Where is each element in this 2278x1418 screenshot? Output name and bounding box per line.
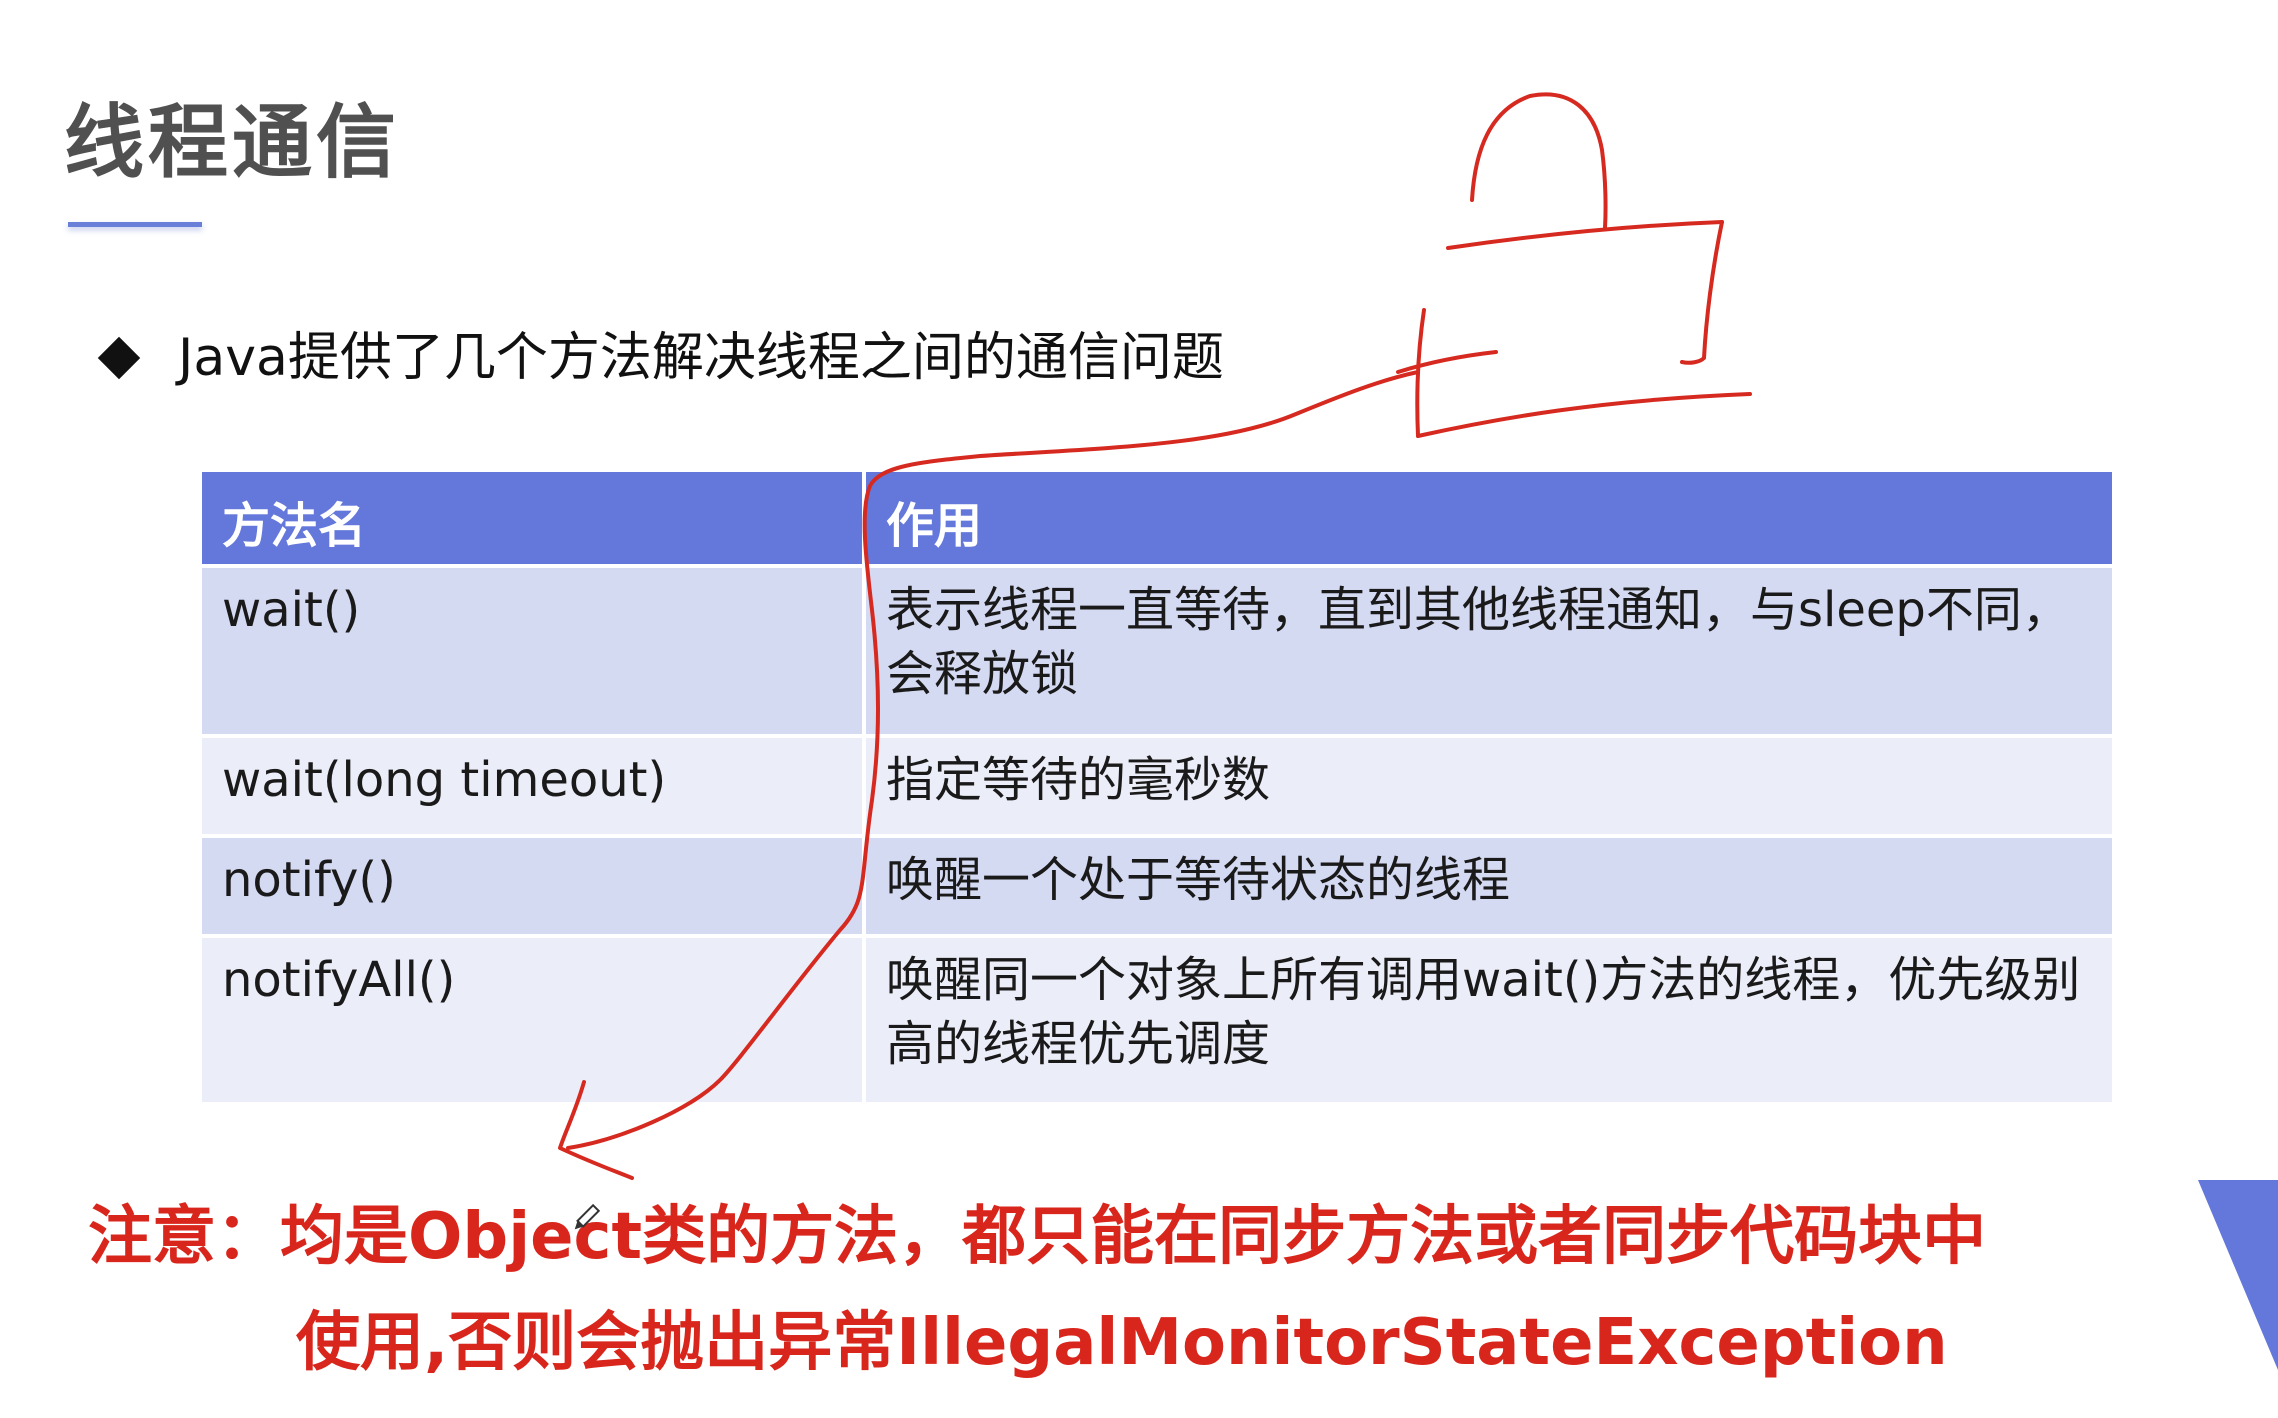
table-row: wait() 表示线程一直等待，直到其他线程通知，与sleep不同，会释放锁 xyxy=(202,566,2112,738)
bullet-point: Java提供了几个方法解决线程之间的通信问题 xyxy=(92,318,1224,398)
table-row: notify() 唤醒一个处于等待状态的线程 xyxy=(202,836,2112,938)
lock-middle-stroke xyxy=(1396,350,1498,374)
note-line-2: 使用,否则会抛出异常IllegalMonitorStateException xyxy=(296,1306,1948,1380)
note-line-1: 注意：均是Object类的方法，都只能在同步方法或者同步代码块中 xyxy=(88,1200,1987,1274)
description-cell: 指定等待的毫秒数 xyxy=(864,736,2112,838)
diamond-bullet-icon xyxy=(97,336,141,380)
title-underline xyxy=(68,222,202,227)
description-cell: 表示线程一直等待，直到其他线程通知，与sleep不同，会释放锁 xyxy=(864,566,2112,738)
method-cell: wait() xyxy=(202,566,866,738)
method-cell: notifyAll() xyxy=(202,936,866,1106)
methods-table: 方法名 作用 wait() 表示线程一直等待，直到其他线程通知，与sleep不同… xyxy=(202,472,2112,1106)
method-cell: notify() xyxy=(202,836,866,938)
slide: 线程通信 Java提供了几个方法解决线程之间的通信问题 方法名 作用 wait(… xyxy=(0,0,2278,1418)
lock-left-stroke xyxy=(1415,308,1426,438)
lock-shackle-stroke xyxy=(1470,92,1608,230)
method-cell: wait(long timeout) xyxy=(202,736,866,838)
lock-right-stroke xyxy=(1680,220,1724,365)
corner-decoration xyxy=(2198,1180,2278,1370)
lock-top-stroke xyxy=(1446,220,1724,250)
slide-title: 线程通信 xyxy=(64,96,400,189)
lock-bottom-stroke xyxy=(1416,392,1752,438)
description-cell: 唤醒同一个对象上所有调用wait()方法的线程，优先级别高的线程优先调度 xyxy=(864,936,2112,1106)
table-header-row: 方法名 作用 xyxy=(202,472,2112,568)
table-row: notifyAll() 唤醒同一个对象上所有调用wait()方法的线程，优先级别… xyxy=(202,936,2112,1106)
description-cell: 唤醒一个处于等待状态的线程 xyxy=(864,836,2112,938)
warning-note: 注意：均是Object类的方法，都只能在同步方法或者同步代码块中 使用,否则会抛… xyxy=(88,1184,2088,1396)
header-method-name: 方法名 xyxy=(202,472,866,568)
table-row: wait(long timeout) 指定等待的毫秒数 xyxy=(202,736,2112,838)
header-purpose: 作用 xyxy=(864,472,2112,568)
bullet-text: Java提供了几个方法解决线程之间的通信问题 xyxy=(178,328,1224,388)
